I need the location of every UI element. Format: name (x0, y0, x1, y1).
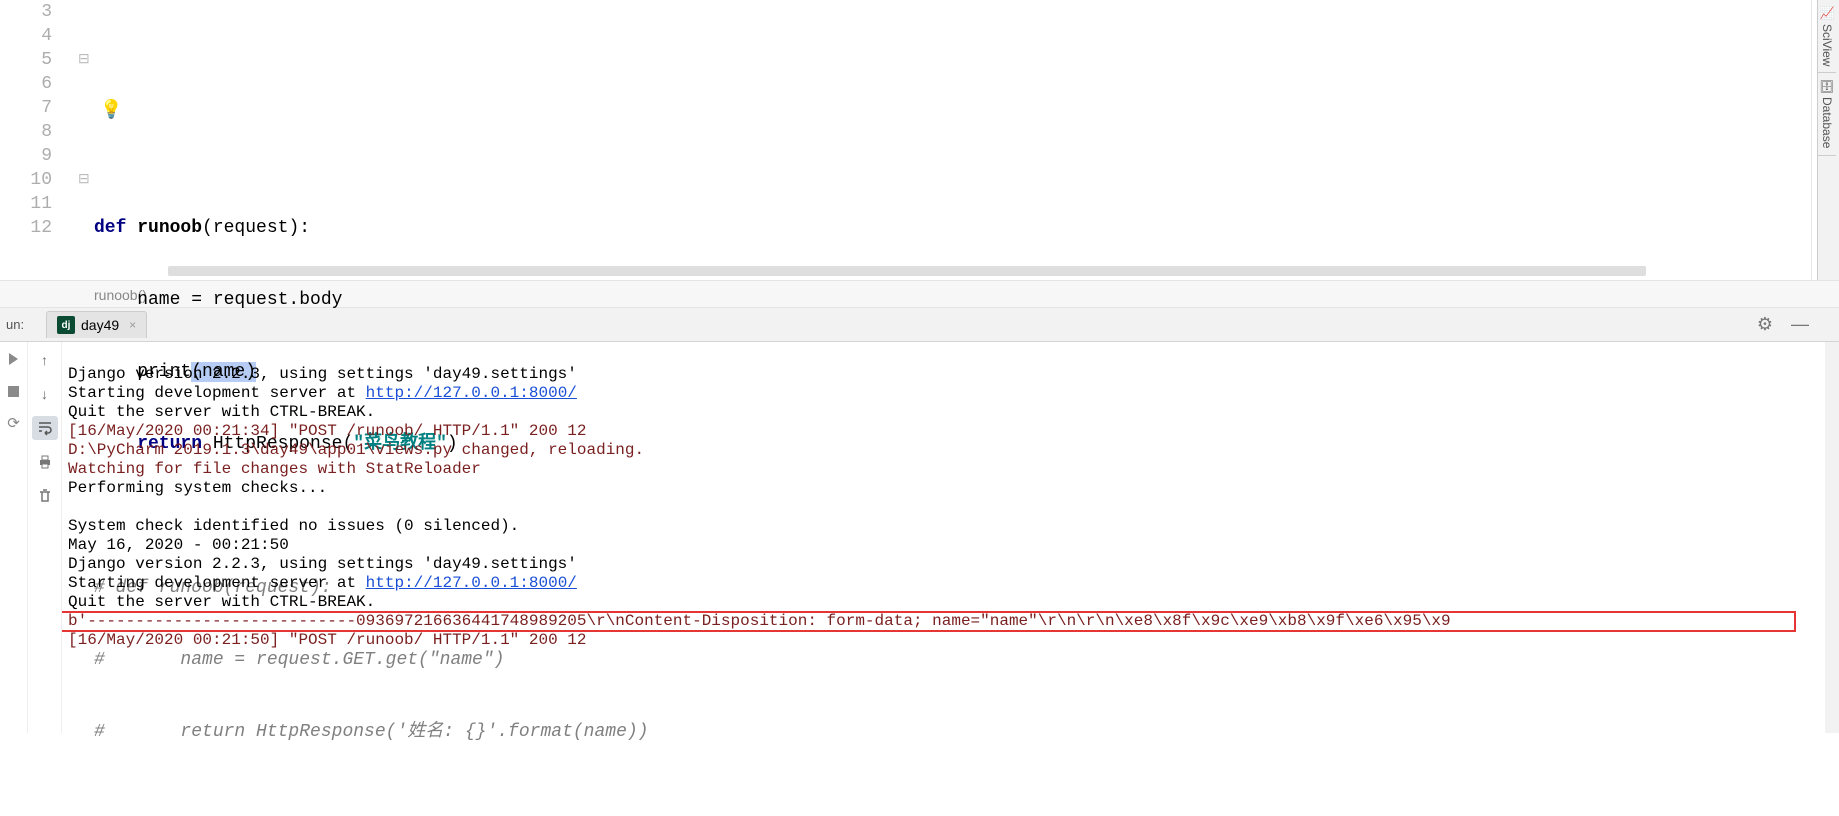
console-line: System check identified no issues (0 sil… (68, 517, 519, 535)
line-number-gutter: 3 4 5 6 7 8 9 10 11 12 (0, 0, 78, 280)
code-line (94, 144, 1811, 168)
clear-button[interactable] (32, 484, 58, 508)
line-number: 10 (0, 168, 52, 192)
stop-icon (8, 386, 19, 397)
printer-icon (37, 454, 53, 470)
console-line: Starting development server at http://12… (68, 384, 577, 402)
console-line: Django version 2.2.3, using settings 'da… (68, 555, 577, 573)
console-toolbar: ↑ ↓ (28, 342, 62, 733)
restart-button[interactable]: ⟳ (3, 412, 25, 434)
rerun-button[interactable] (3, 348, 25, 370)
console-vertical-scrollbar[interactable] (1825, 342, 1839, 733)
line-number: 8 (0, 120, 52, 144)
scroll-up-button[interactable]: ↑ (32, 348, 58, 372)
stop-button[interactable] (3, 380, 25, 402)
code-content[interactable]: def runoob(request): name = request.body… (78, 0, 1811, 280)
console-line: Quit the server with CTRL-BREAK. (68, 403, 375, 421)
console-line: [16/May/2020 00:21:50] "POST /runoob/ HT… (68, 631, 586, 649)
gear-icon[interactable]: ⚙ (1757, 314, 1773, 335)
console-line: Quit the server with CTRL-BREAK. (68, 593, 375, 611)
code-line: def runoob(request): (94, 216, 1811, 240)
minimize-icon[interactable]: — (1791, 314, 1809, 335)
server-url-link[interactable]: http://127.0.0.1:8000/ (366, 574, 577, 592)
line-number: 7 (0, 96, 52, 120)
line-number: 4 (0, 24, 52, 48)
close-icon[interactable]: × (129, 318, 136, 332)
run-tab-label: day49 (81, 317, 119, 333)
tab-sciview[interactable]: 📈 SciView (1818, 0, 1836, 73)
console-line: May 16, 2020 - 00:21:50 (68, 536, 289, 554)
run-toolwindow-header: un: dj day49 × ⚙ — (0, 308, 1839, 342)
right-tool-tabs: 📈 SciView 🗄 Database (1817, 0, 1839, 280)
current-line-highlight (78, 96, 1797, 120)
run-toolbar-left: ⟳ (0, 342, 28, 733)
line-number: 11 (0, 192, 52, 216)
tab-database[interactable]: 🗄 Database (1818, 73, 1836, 156)
tab-label: Database (1820, 97, 1834, 148)
wrap-icon (37, 420, 53, 436)
soft-wrap-button[interactable] (32, 416, 58, 440)
console-line: Starting development server at http://12… (68, 574, 577, 592)
server-url-link[interactable]: http://127.0.0.1:8000/ (366, 384, 577, 402)
editor-horizontal-scrollbar[interactable] (168, 264, 1775, 278)
code-line (94, 72, 1811, 96)
console-line: Performing system checks... (68, 479, 327, 497)
line-number: 5 (0, 48, 52, 72)
line-number: 9 (0, 144, 52, 168)
trash-icon (37, 488, 53, 504)
console-line: D:\PyCharm 2019.1.3\day49\app01\views.py… (68, 441, 644, 459)
run-label: un: (6, 317, 46, 332)
console-line: Watching for file changes with StatReloa… (68, 460, 481, 478)
database-icon: 🗄 (1820, 79, 1834, 94)
line-number: 6 (0, 72, 52, 96)
sciview-icon: 📈 (1820, 6, 1834, 21)
console-line: Django version 2.2.3, using settings 'da… (68, 365, 577, 383)
code-editor[interactable]: 3 4 5 6 7 8 9 10 11 12 ⊟ ⊟ 💡 def runoob(… (0, 0, 1839, 280)
line-number: 12 (0, 216, 52, 240)
console-line: [16/May/2020 00:21:34] "POST /runoob/ HT… (68, 422, 586, 440)
django-icon: dj (57, 316, 75, 334)
highlighted-output-line: b'----------------------------0936972166… (62, 612, 1795, 631)
tab-label: SciView (1820, 24, 1834, 66)
play-icon (9, 353, 18, 365)
scroll-down-button[interactable]: ↓ (32, 382, 58, 406)
line-number: 3 (0, 0, 52, 24)
run-config-tab[interactable]: dj day49 × (46, 311, 147, 338)
print-button[interactable] (32, 450, 58, 474)
run-console-panel: ⟳ ↑ ↓ Django version 2.2.3, using settin… (0, 342, 1839, 733)
console-output[interactable]: Django version 2.2.3, using settings 'da… (62, 342, 1825, 733)
